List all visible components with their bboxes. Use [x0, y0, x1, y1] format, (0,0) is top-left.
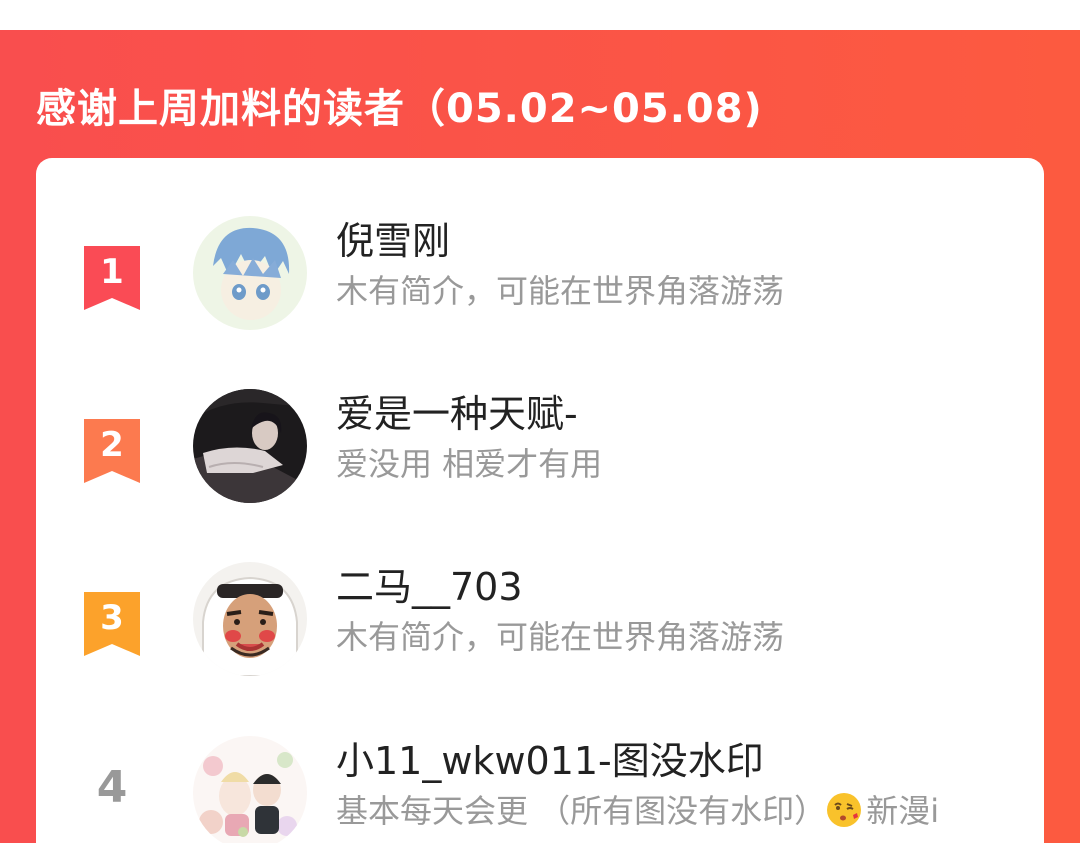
reader-item-3[interactable]: 3 二马__703 木有简介，可能在世界角落游荡	[36, 562, 1044, 708]
reader-item-2[interactable]: 2 爱是一种天赋- 爱没用 相爱才有用	[36, 389, 1044, 535]
reader-name-3[interactable]: 二马__703	[336, 556, 523, 611]
reader-bio-3: 木有简介，可能在世界角落游荡	[336, 618, 785, 656]
rank-badge-2: 2	[82, 419, 142, 483]
rank-badge-1: 1	[82, 246, 142, 310]
kissing-face-emoji-icon	[826, 792, 862, 828]
reader-bio-1: 木有简介，可能在世界角落游荡	[336, 272, 785, 310]
reader-bio-4-text: 基本每天会更 （所有图没有水印）	[336, 792, 827, 830]
avatar-4[interactable]	[193, 736, 307, 843]
rank-number-1: 1	[100, 252, 124, 292]
rank-number-4: 4	[96, 762, 128, 813]
reader-bio-2: 爱没用 相爱才有用	[336, 445, 603, 483]
readers-panel: 感谢上周加料的读者（05.02~05.08) 1 倪雪刚 木有简介，可能在世界角…	[0, 30, 1080, 843]
reader-name-4[interactable]: 小11_wkw011-图没水印	[336, 730, 764, 785]
reader-list: 1 倪雪刚 木有简介，可能在世界角落游荡 2 爱是一种天赋- 爱没用 相爱才有用…	[36, 158, 1044, 843]
reader-bio-4: 基本每天会更 （所有图没有水印） 新漫i	[336, 786, 996, 832]
rank-number-2: 2	[100, 425, 124, 465]
avatar-3[interactable]	[193, 562, 307, 676]
rank-badge-3: 3	[82, 592, 142, 656]
avatar-1[interactable]	[193, 216, 307, 330]
reader-name-1[interactable]: 倪雪刚	[336, 210, 450, 265]
reader-item-1[interactable]: 1 倪雪刚 木有简介，可能在世界角落游荡	[36, 216, 1044, 362]
reader-bio-4-tail: 新漫i	[866, 792, 940, 830]
avatar-2[interactable]	[193, 389, 307, 503]
rank-number-3: 3	[100, 598, 124, 638]
reader-name-2[interactable]: 爱是一种天赋-	[336, 383, 578, 438]
reader-item-4[interactable]: 4 小11_wkw011-图没水印 基本每天会更 （所有图没有水印） 新漫i	[36, 736, 1044, 843]
panel-title: 感谢上周加料的读者（05.02~05.08)	[36, 86, 763, 132]
